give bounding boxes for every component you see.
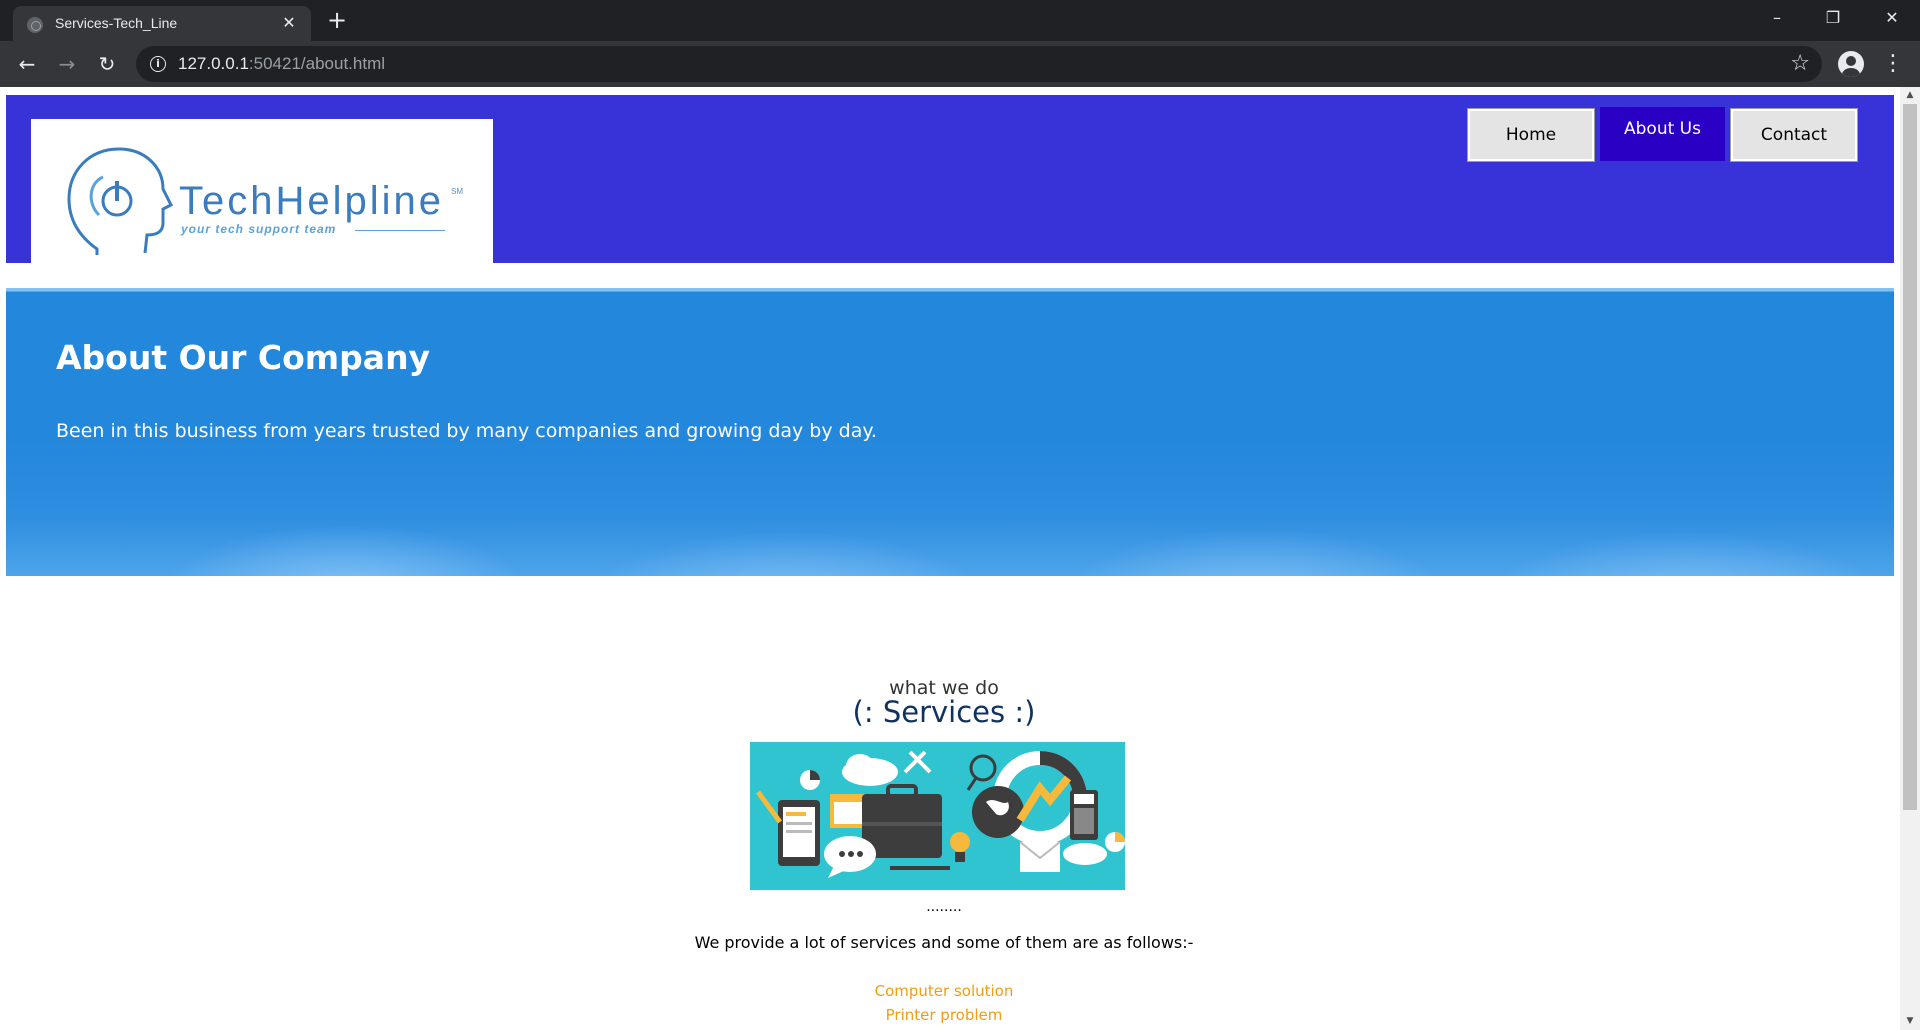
scrollbar-thumb[interactable] [1903, 104, 1917, 810]
logo-tagline: your tech support team [181, 222, 337, 236]
forward-arrow-icon[interactable]: → [52, 49, 82, 79]
profile-avatar-icon[interactable] [1838, 51, 1864, 77]
service-item-computer-solution[interactable]: Computer solution [0, 982, 1888, 1000]
info-icon[interactable]: i [150, 56, 166, 72]
logo-tagline-rule [355, 230, 445, 231]
hero-text: Been in this business from years trusted… [56, 420, 877, 442]
back-arrow-icon[interactable]: ← [12, 49, 42, 79]
bookmark-star-icon[interactable]: ☆ [1790, 51, 1810, 76]
vertical-scrollbar[interactable]: ▲ ▼ [1900, 87, 1920, 1030]
services-illustration [750, 742, 1125, 890]
nav-contact-button[interactable]: Contact [1730, 108, 1858, 162]
nav-home-button[interactable]: Home [1467, 108, 1595, 162]
services-title: (: Services :) [852, 695, 1036, 729]
logo-wordmark: TechHelpline [179, 179, 445, 223]
url-text[interactable]: 127.0.0.1:50421/about.html [178, 54, 385, 74]
close-icon[interactable]: ✕ [279, 13, 299, 33]
site-header: TechHelpline SM your tech support team H… [6, 95, 1894, 263]
new-tab-plus-icon[interactable]: + [323, 7, 351, 35]
services-intro: We provide a lot of services and some of… [694, 933, 1194, 952]
restore-icon[interactable]: ❐ [1805, 0, 1861, 36]
window-close-icon[interactable]: ✕ [1864, 0, 1920, 36]
globe-icon [27, 17, 43, 33]
page-viewport: TechHelpline SM your tech support team H… [0, 87, 1920, 1030]
decorative-dots: ........ [926, 899, 962, 915]
service-item-printer-problem[interactable]: Printer problem [0, 1006, 1888, 1024]
kebab-menu-icon[interactable]: ⋮ [1882, 49, 1904, 79]
business-icons-illustration [750, 742, 1125, 890]
head-headset-icon [67, 147, 174, 255]
reload-icon[interactable]: ↻ [92, 49, 122, 79]
scroll-up-arrow-icon[interactable]: ▲ [1900, 87, 1920, 104]
browser-tab-strip: Services-Tech_Line ✕ + – ❐ ✕ [0, 0, 1920, 41]
address-bar[interactable]: i 127.0.0.1:50421/about.html ☆ [136, 46, 1822, 82]
hero-banner: About Our Company Been in this business … [6, 288, 1894, 576]
hero-title: About Our Company [56, 338, 431, 377]
browser-toolbar: ← → ↻ i 127.0.0.1:50421/about.html ☆ ⋮ [0, 41, 1920, 87]
browser-tab[interactable]: Services-Tech_Line ✕ [13, 6, 311, 41]
scroll-down-arrow-icon[interactable]: ▼ [1900, 1013, 1920, 1030]
tab-title: Services-Tech_Line [55, 15, 178, 31]
logo-service-mark: SM [451, 187, 463, 196]
site-logo[interactable]: TechHelpline SM your tech support team [31, 119, 493, 263]
minimize-icon[interactable]: – [1749, 0, 1805, 36]
nav-about-button[interactable]: About Us [1600, 107, 1725, 161]
